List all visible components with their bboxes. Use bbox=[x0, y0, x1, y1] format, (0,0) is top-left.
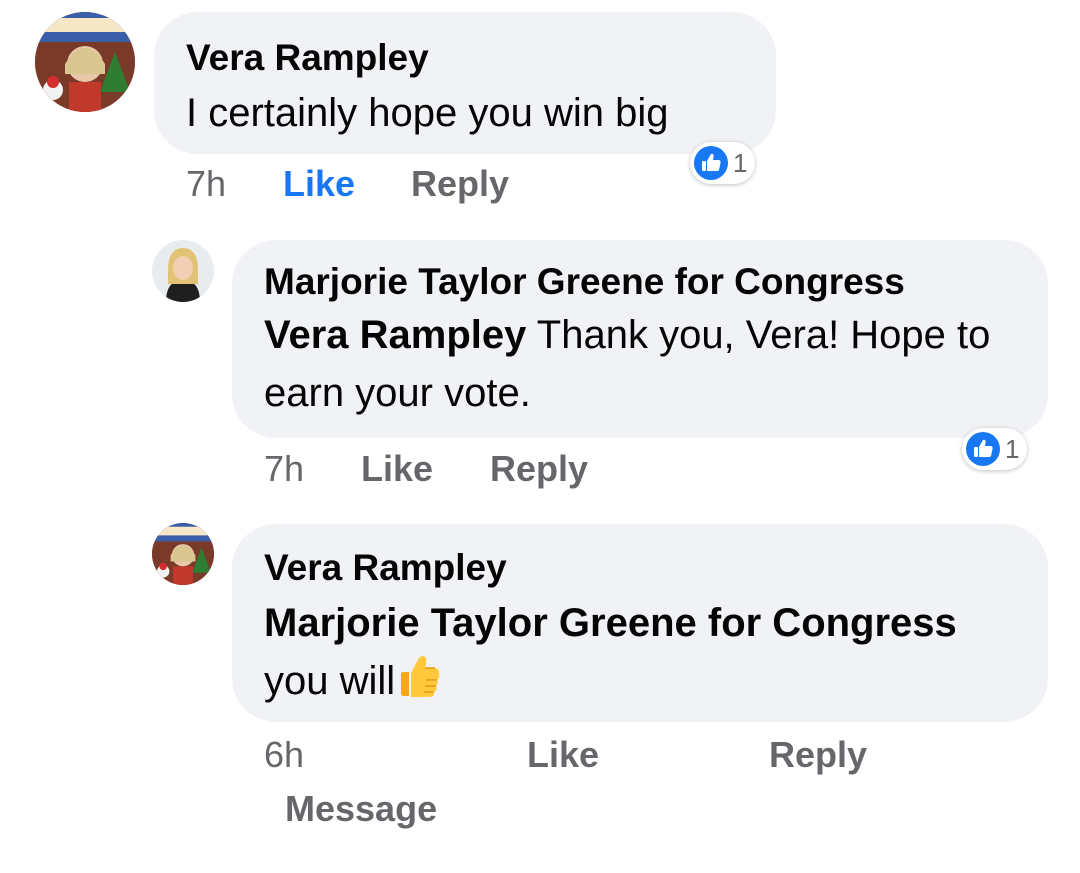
comment-text: I certainly hope you win big bbox=[186, 91, 669, 135]
commenter-avatar[interactable] bbox=[152, 523, 214, 585]
comment-timestamp[interactable]: 7h bbox=[186, 163, 226, 205]
woman-portrait-avatar-icon bbox=[152, 240, 214, 302]
comment-author[interactable]: Vera Rampley bbox=[264, 546, 1024, 590]
like-button[interactable]: Like bbox=[527, 734, 599, 776]
like-reaction-icon bbox=[694, 146, 728, 180]
reply-bubble: Vera Rampley Marjorie Taylor Greene for … bbox=[232, 524, 1048, 722]
christmas-photo-avatar-icon bbox=[35, 12, 135, 112]
reaction-count: 1 bbox=[733, 147, 748, 178]
comment-thread: Vera Rampley I certainly hope you win bi… bbox=[0, 0, 1080, 873]
comment-bubble: Vera Rampley I certainly hope you win bi… bbox=[154, 12, 776, 154]
reaction-count: 1 bbox=[1005, 433, 1020, 464]
comment-author[interactable]: Vera Rampley bbox=[186, 36, 776, 80]
christmas-photo-avatar-icon bbox=[152, 523, 214, 585]
mention-link[interactable]: Marjorie Taylor Greene for Congress bbox=[264, 594, 1024, 652]
like-reaction-icon bbox=[966, 432, 1000, 466]
commenter-avatar[interactable] bbox=[152, 240, 214, 302]
reaction-badge[interactable]: 1 bbox=[690, 142, 756, 184]
comment-text: Marjorie Taylor Greene for Congress you … bbox=[264, 594, 1024, 710]
comment-text-body: you will bbox=[264, 659, 396, 703]
comment-author[interactable]: Marjorie Taylor Greene for Congress bbox=[264, 260, 1024, 304]
mention-link[interactable]: Vera Rampley bbox=[264, 313, 526, 357]
message-button[interactable]: Message bbox=[285, 788, 437, 830]
reaction-badge[interactable]: 1 bbox=[962, 428, 1028, 470]
reply-bubble: Marjorie Taylor Greene for Congress Vera… bbox=[232, 240, 1048, 438]
thumbs-up-emoji-icon bbox=[401, 656, 440, 697]
reply-button[interactable]: Reply bbox=[411, 163, 509, 205]
commenter-avatar[interactable] bbox=[35, 12, 135, 112]
comment-timestamp[interactable]: 6h bbox=[264, 734, 304, 776]
comment-timestamp[interactable]: 7h bbox=[264, 448, 304, 490]
comment-text: Vera Rampley Thank you, Vera! Hope to ea… bbox=[264, 306, 1024, 422]
like-button[interactable]: Like bbox=[361, 448, 433, 490]
reply-button[interactable]: Reply bbox=[490, 448, 588, 490]
reply-button[interactable]: Reply bbox=[769, 734, 867, 776]
like-button[interactable]: Like bbox=[283, 163, 355, 205]
